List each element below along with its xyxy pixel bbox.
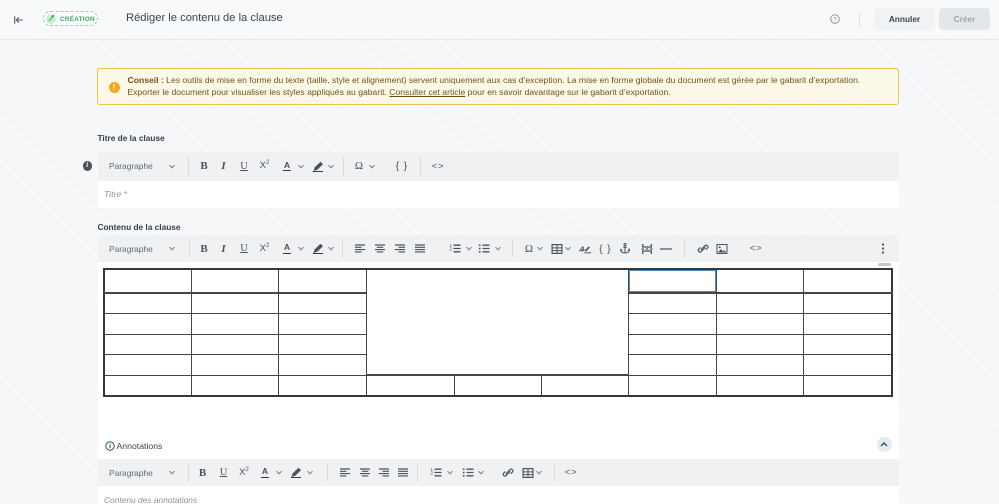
svg-text:?: ? [833, 16, 837, 23]
svg-text:2: 2 [431, 470, 434, 475]
svg-text:2: 2 [450, 246, 453, 251]
